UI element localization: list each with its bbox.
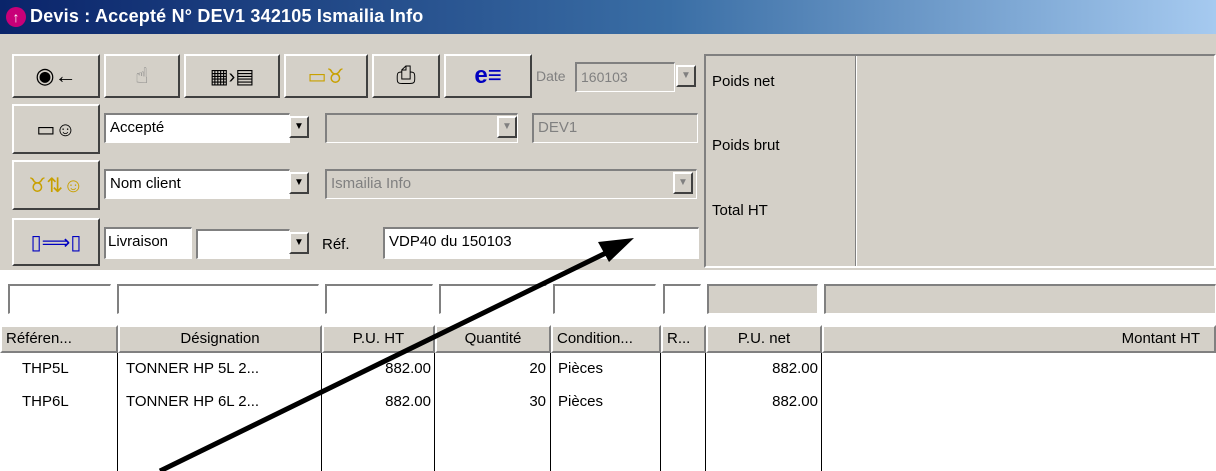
annotation-arrow [158,238,634,471]
